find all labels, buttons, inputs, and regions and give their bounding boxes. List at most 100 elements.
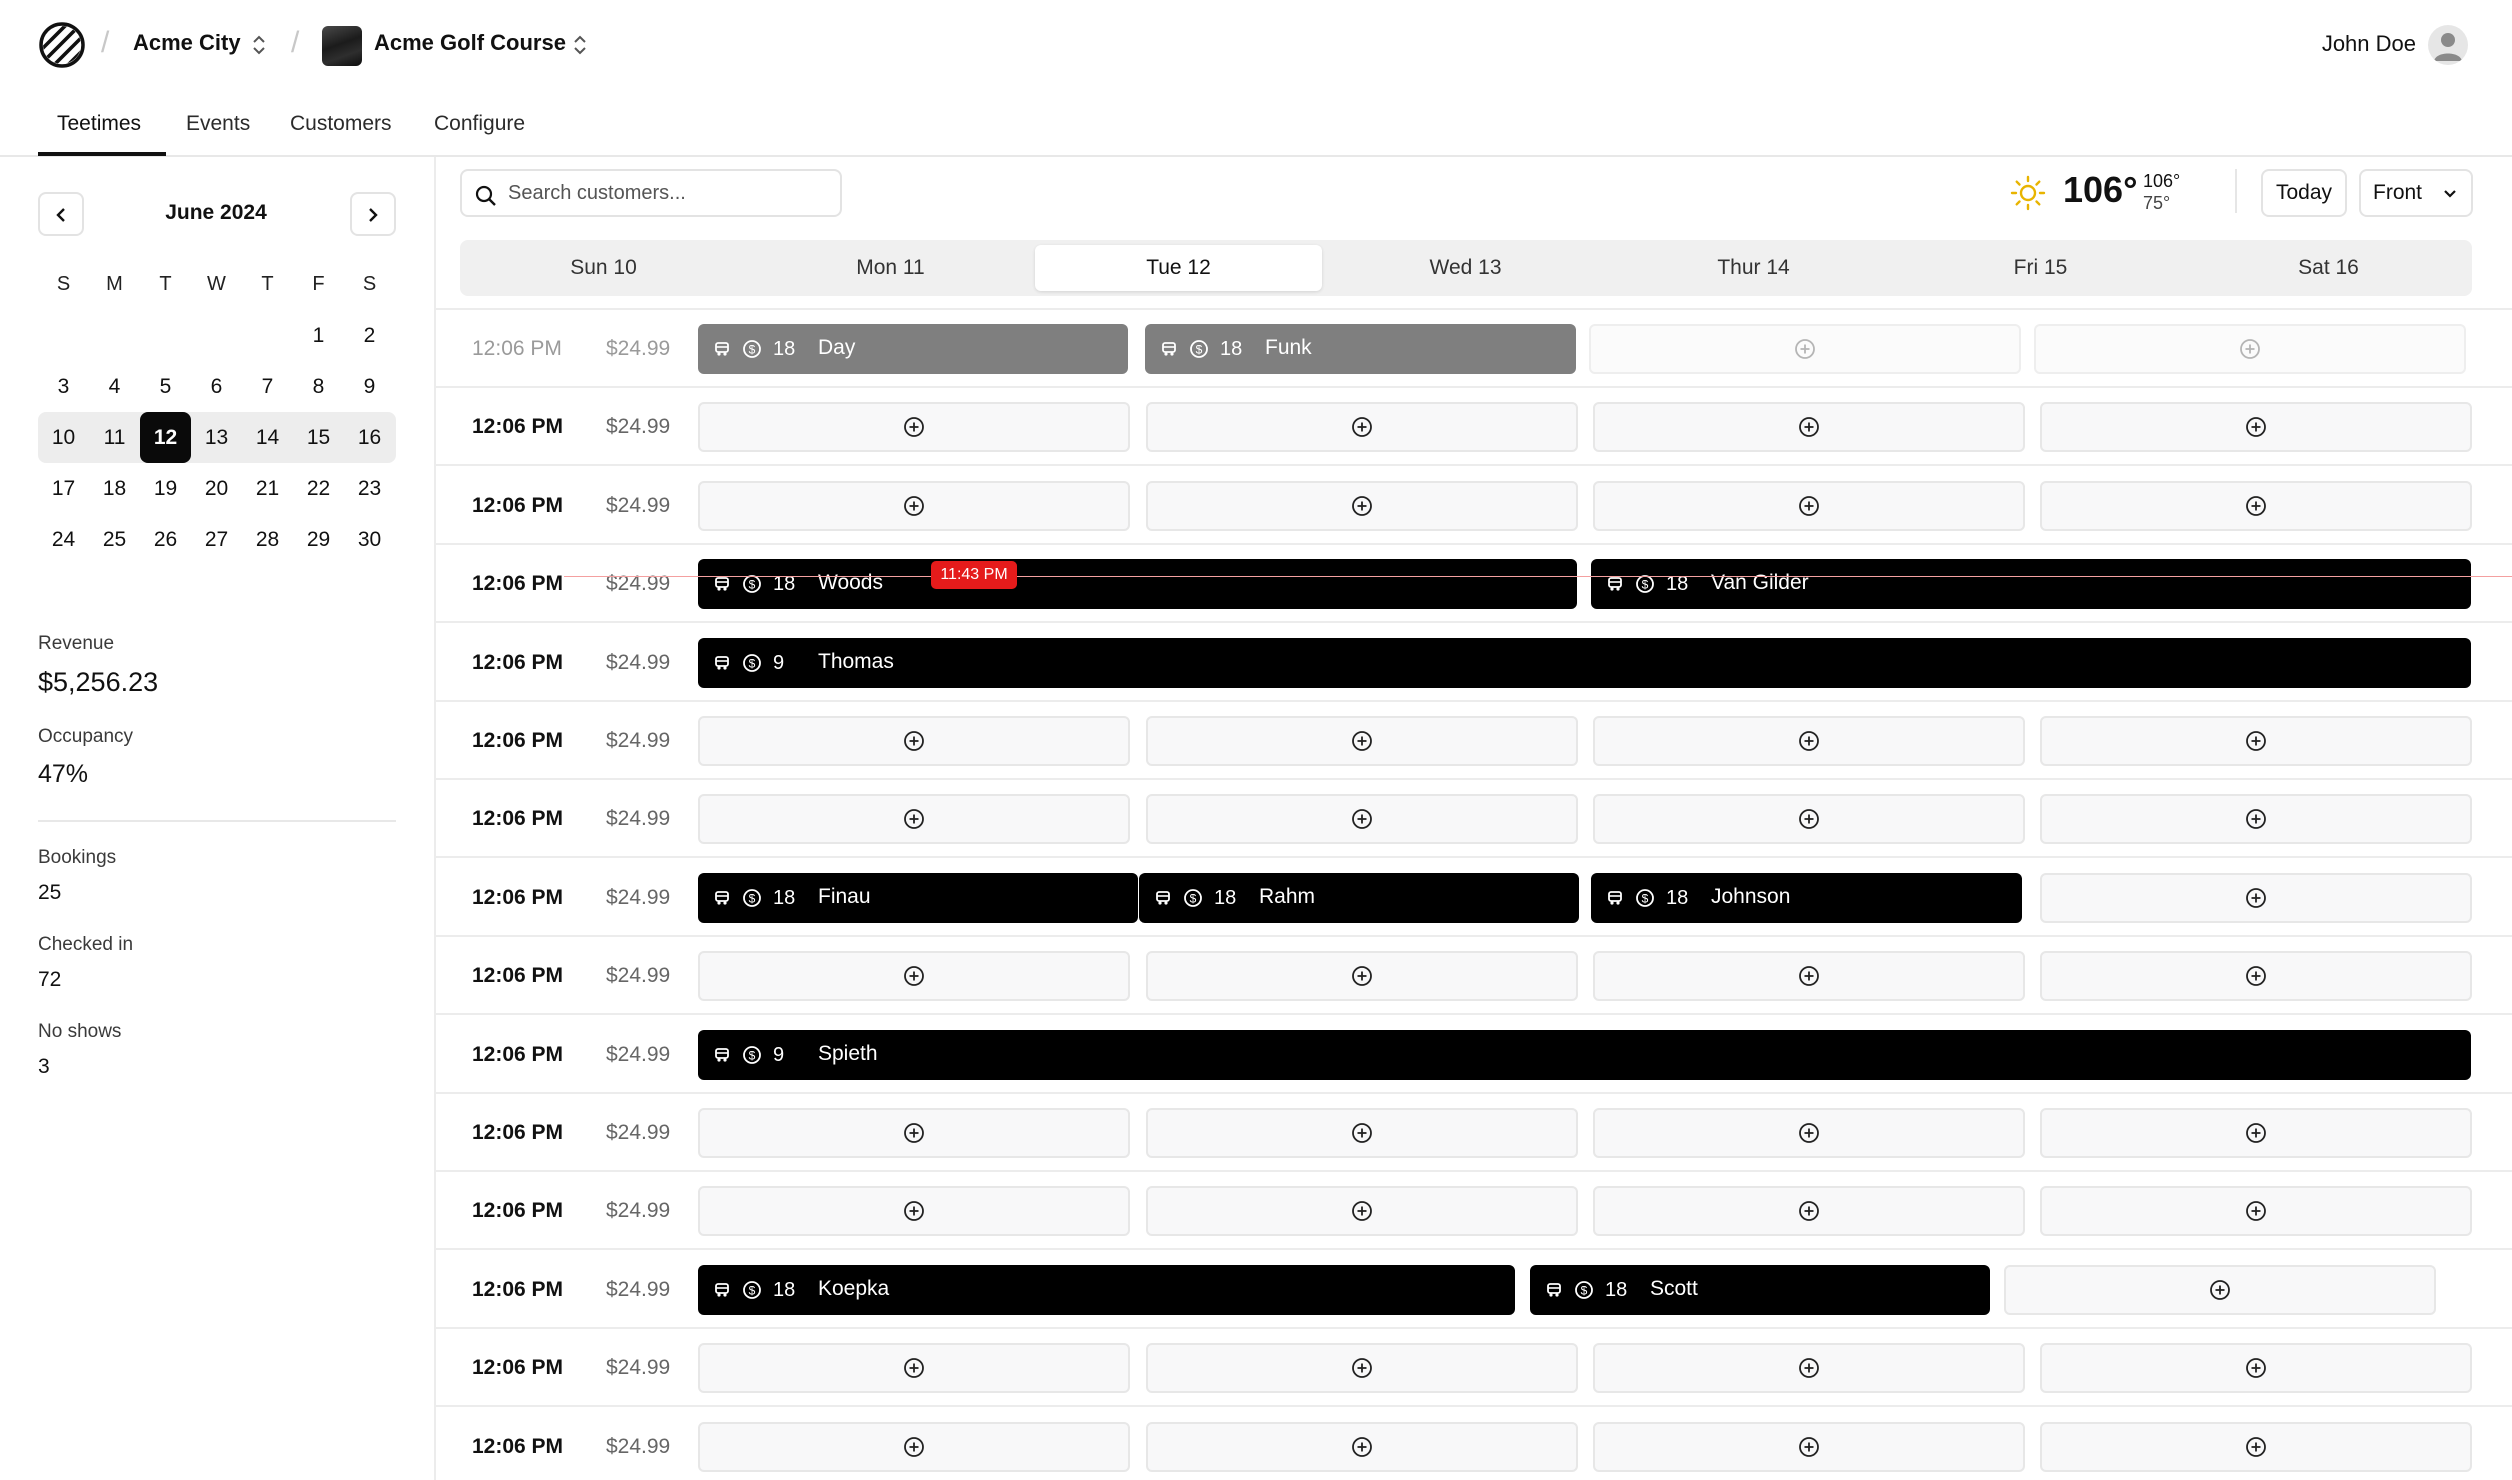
today-button[interactable]: Today [2261,169,2347,217]
calendar-day[interactable]: 28 [242,514,293,565]
add-booking-slot[interactable] [1146,1421,1578,1472]
booking-scott[interactable]: $18 Scott [1530,1264,1990,1315]
calendar-day[interactable]: 25 [89,514,140,565]
add-booking-slot[interactable] [698,951,1130,1002]
add-booking-slot[interactable] [1593,402,2025,453]
calendar-day[interactable]: 1 [293,310,344,361]
add-booking-slot[interactable] [2040,402,2472,453]
tab-configure[interactable]: Configure [434,112,525,136]
add-booking-slot[interactable] [2040,480,2472,531]
calendar-day[interactable]: 13 [191,412,242,463]
add-booking-slot[interactable] [1593,1108,2025,1158]
calendar-day[interactable]: 23 [344,463,395,514]
org-name[interactable]: Acme City [133,30,241,56]
add-booking-slot[interactable] [2040,1186,2472,1237]
calendar-day[interactable]: 17 [38,463,89,514]
add-booking-slot[interactable] [698,716,1130,766]
day-tab[interactable]: Wed 13 [1322,245,1609,291]
add-booking-slot[interactable] [1593,716,2025,766]
next-month-button[interactable] [350,192,396,236]
calendar-day[interactable]: 30 [344,514,395,565]
calendar-day[interactable]: 2 [344,310,395,361]
add-booking-slot[interactable] [1593,951,2025,1002]
add-booking-slot[interactable] [2040,951,2472,1002]
add-booking-slot[interactable] [1593,794,2025,845]
calendar-day[interactable]: 24 [38,514,89,565]
add-booking-slot[interactable] [1146,951,1578,1002]
add-booking-slot[interactable] [2004,1264,2436,1315]
add-booking-slot[interactable] [1593,480,2025,531]
add-booking-slot[interactable] [698,480,1130,531]
prev-month-button[interactable] [38,192,84,236]
booking-funk[interactable]: $18 Funk [1145,324,1576,374]
booking-vangilder[interactable]: $18 Van Gilder [1591,559,2471,610]
day-tab[interactable]: Mon 11 [747,245,1034,291]
calendar-day[interactable]: 3 [38,361,89,412]
day-tab[interactable]: Fri 15 [1897,245,2184,291]
tab-events[interactable]: Events [186,112,250,136]
day-tab[interactable]: Thur 14 [1610,245,1897,291]
calendar-day[interactable]: 21 [242,463,293,514]
calendar-day[interactable]: 5 [140,361,191,412]
calendar-day[interactable]: 15 [293,412,344,463]
calendar-day-selected[interactable]: 12 [140,412,191,463]
add-booking-slot[interactable] [1593,1421,2025,1472]
calendar-day[interactable]: 19 [140,463,191,514]
calendar-day[interactable]: 4 [89,361,140,412]
customer-search[interactable] [460,169,842,217]
calendar-day[interactable]: 6 [191,361,242,412]
add-booking-slot[interactable] [2040,1343,2472,1394]
add-booking-slot[interactable] [1593,1343,2025,1394]
chevron-updown-icon[interactable] [571,33,589,57]
calendar-day[interactable]: 27 [191,514,242,565]
booking-woods[interactable]: $18 Woods [698,559,1577,610]
add-booking-slot[interactable] [1146,1186,1578,1237]
course-name[interactable]: Acme Golf Course [374,30,566,56]
calendar-day[interactable]: 11 [89,412,140,463]
calendar-day[interactable]: 9 [344,361,395,412]
calendar-day[interactable]: 10 [38,412,89,463]
add-booking-slot[interactable] [1146,1108,1578,1158]
add-booking-slot[interactable] [2040,716,2472,766]
tab-customers[interactable]: Customers [290,112,392,136]
day-tab[interactable]: Sat 16 [2185,245,2472,291]
add-booking-slot[interactable] [2040,794,2472,845]
add-booking-slot[interactable] [1589,324,2021,374]
add-booking-slot[interactable] [1146,794,1578,845]
add-booking-slot[interactable] [2040,1421,2472,1472]
booking-rahm[interactable]: $18 Rahm [1139,872,1579,923]
add-booking-slot[interactable] [698,1421,1130,1472]
booking-day[interactable]: $18 Day [698,324,1128,374]
add-booking-slot[interactable] [1593,1186,2025,1237]
calendar-day[interactable]: 20 [191,463,242,514]
booking-koepka[interactable]: $18 Koepka [698,1264,1515,1315]
search-input[interactable] [508,179,828,207]
user-avatar[interactable] [2428,25,2468,65]
day-tab-selected[interactable]: Tue 12 [1035,245,1322,291]
add-booking-slot[interactable] [698,1108,1130,1158]
tab-teetimes[interactable]: Teetimes [57,112,141,136]
booking-finau[interactable]: $18 Finau [698,872,1138,923]
add-booking-slot[interactable] [698,794,1130,845]
add-booking-slot[interactable] [1146,1343,1578,1394]
calendar-day[interactable]: 8 [293,361,344,412]
calendar-day[interactable]: 7 [242,361,293,412]
view-select[interactable]: Front [2359,169,2473,217]
add-booking-slot[interactable] [2040,1108,2472,1158]
booking-thomas[interactable]: $9 Thomas [698,637,2471,688]
calendar-day[interactable]: 22 [293,463,344,514]
chevron-updown-icon[interactable] [250,33,268,57]
add-booking-slot[interactable] [698,402,1130,453]
booking-johnson[interactable]: $18 Johnson [1591,872,2022,923]
add-booking-slot[interactable] [2034,324,2466,374]
calendar-day[interactable]: 14 [242,412,293,463]
user-name[interactable]: John Doe [2322,31,2416,57]
add-booking-slot[interactable] [1146,480,1578,531]
day-tab[interactable]: Sun 10 [460,245,747,291]
calendar-day[interactable]: 18 [89,463,140,514]
calendar-day[interactable]: 26 [140,514,191,565]
add-booking-slot[interactable] [1146,402,1578,453]
brand-logo[interactable] [38,21,86,69]
calendar-day[interactable]: 16 [344,412,395,463]
add-booking-slot[interactable] [2040,872,2472,923]
